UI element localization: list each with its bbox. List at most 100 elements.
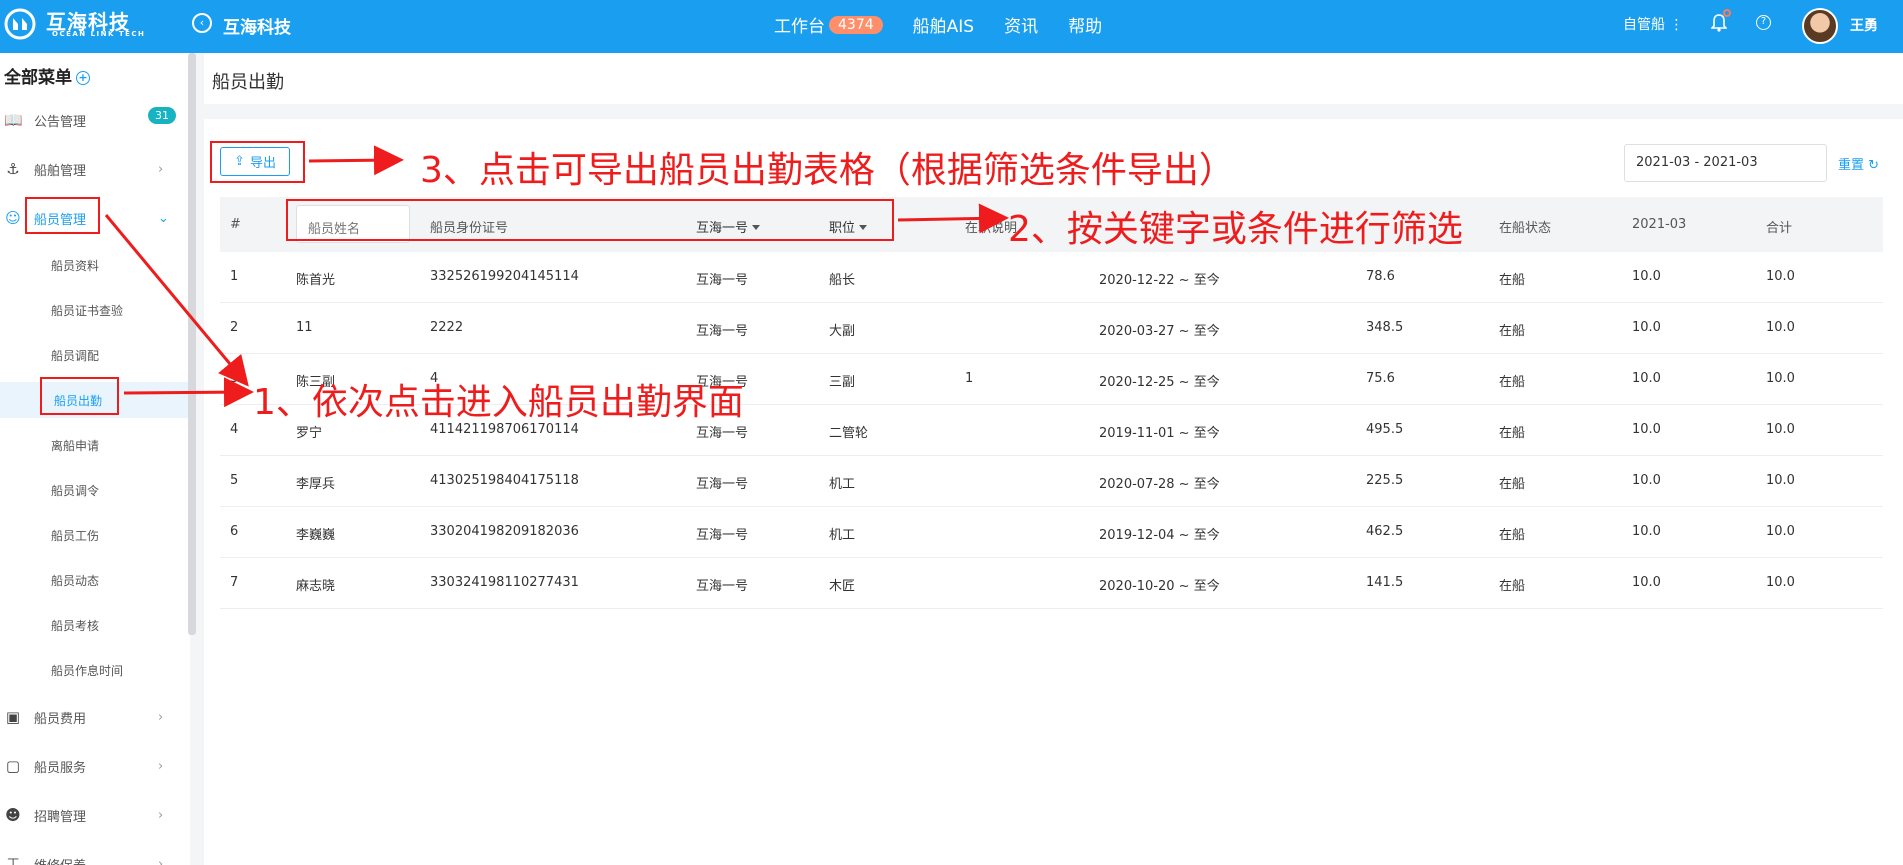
cell-ship: 互海一号	[696, 579, 749, 594]
submenu-leave-request[interactable]: 离船申请	[0, 427, 190, 463]
menu-header: 全部菜单 +	[4, 63, 90, 88]
cell-position: 大副	[829, 324, 856, 339]
reset-button[interactable]: 重置 ↻	[1838, 154, 1879, 173]
attendance-card: ⇪ 导出 2021-03 - 2021-03 重置 ↻ # 船员身份证号 互海一…	[204, 119, 1903, 865]
submenu-crew-assessment[interactable]: 船员考核	[0, 607, 190, 643]
user-avatar[interactable]	[1802, 8, 1838, 44]
submenu-crew-dynamics[interactable]: 船员动态	[0, 562, 190, 598]
caret-down-icon	[752, 225, 761, 230]
ocean-link-logo-icon	[4, 8, 36, 40]
table-row[interactable]: 4 罗宁 411421198706170114 互海一号 二管轮 2019-11-01 ~…	[220, 405, 1883, 456]
cell-sea-days: 462.5	[1366, 524, 1404, 539]
brand-subtitle: OCEAN LINK TECH	[52, 30, 146, 38]
cell-index: 5	[230, 473, 239, 488]
ship-type-switch[interactable]: 自管船 ⋮	[1623, 14, 1683, 34]
sidebar-item-crew-management[interactable]: ☺ 船员管理 ⌄	[0, 203, 190, 233]
submenu-crew-attendance[interactable]: 船员出勤	[0, 382, 190, 418]
cell-id-number: 413025198404175118	[430, 473, 579, 488]
table-row[interactable]: 2 11 2222 互海一号 大副 2020-03-27 ~ 至今 348.5 在船 10.0 1…	[220, 303, 1883, 354]
cell-index: 3	[230, 371, 239, 386]
sidebar-item-announcements[interactable]: 📖 公告管理 31	[0, 105, 190, 135]
cell-ship: 互海一号	[696, 528, 749, 543]
table-row[interactable]: 6 李巍巍 330204198209182036 互海一号 机工 2019-12-04 ~…	[220, 507, 1883, 558]
sidebar-item-ship-management[interactable]: ⚓ 船舶管理 ›	[0, 154, 190, 184]
submenu-label: 船员考核	[51, 618, 100, 633]
sidebar-item-recruitment[interactable]: ☻ 招聘管理 ›	[0, 800, 190, 830]
table-row[interactable]: 5 李厚兵 413025198404175118 互海一号 机工 2020-07-28 ~…	[220, 456, 1883, 507]
main-nav: 工作台 4374 船舶AIS 资讯 帮助	[774, 12, 1102, 37]
cell-index: 2	[230, 320, 239, 335]
ship-filter-dropdown[interactable]: 互海一号	[696, 217, 761, 236]
cell-status: 在船	[1499, 477, 1526, 492]
cell-name: 陈首光	[296, 273, 336, 288]
cell-service-period: 2020-12-22 ~ 至今	[1099, 273, 1220, 288]
table-row[interactable]: 3 陈三副 4 互海一号 三副 1 2020-12-25 ~ 至今 75.6 在船 10.0 10.…	[220, 354, 1883, 405]
chevron-right-icon: ›	[158, 161, 164, 177]
submenu-label: 船员调配	[51, 348, 100, 363]
export-button[interactable]: ⇪ 导出	[220, 147, 290, 176]
sidebar-item-label: 船员费用	[34, 711, 87, 727]
cell-service-period: 2020-07-28 ~ 至今	[1099, 477, 1220, 492]
sidebar-item-label: 船舶管理	[34, 163, 87, 179]
cell-sea-days: 78.6	[1366, 269, 1395, 284]
cell-ship: 互海一号	[696, 477, 749, 492]
page-header: 船员出勤	[204, 53, 1903, 104]
help-icon[interactable]: ?	[1756, 15, 1771, 30]
sidebar-item-crew-services[interactable]: ▢ 船员服务 ›	[0, 751, 190, 781]
submenu-crew-transfer[interactable]: 船员调令	[0, 472, 190, 508]
position-filter-label: 职位	[829, 221, 856, 236]
header-index: #	[230, 217, 241, 232]
submenu-label: 船员资料	[51, 258, 100, 273]
cell-month-value: 10.0	[1632, 422, 1661, 437]
cell-position: 三副	[829, 375, 856, 390]
submenu-certificate-check[interactable]: 船员证书查验	[0, 292, 190, 328]
sidebar-item-label: 招聘管理	[34, 809, 87, 825]
add-menu-icon[interactable]: +	[76, 71, 90, 85]
cell-month-value: 10.0	[1632, 371, 1661, 386]
reset-label: 重置	[1838, 158, 1865, 173]
cell-ship: 互海一号	[696, 426, 749, 441]
back-icon[interactable]: ‹	[192, 13, 212, 33]
attendance-table: # 船员身份证号 互海一号 职位 在职说明 在船状态 2021-03 合计 1 陈…	[220, 197, 1883, 609]
cell-sea-days: 225.5	[1366, 473, 1404, 488]
cell-id-number: 330204198209182036	[430, 524, 579, 539]
submenu-label: 船员动态	[51, 573, 100, 588]
cell-month-value: 10.0	[1632, 575, 1661, 590]
cell-month-value: 10.0	[1632, 320, 1661, 335]
cell-status: 在船	[1499, 375, 1526, 390]
submenu-work-rest-time[interactable]: 船员作息时间	[0, 652, 190, 688]
sidebar-item-maintenance[interactable]: ⊤ 维修保养 ›	[0, 849, 190, 865]
position-filter-dropdown[interactable]: 职位	[829, 217, 868, 236]
table-row[interactable]: 1 陈首光 332526199204145114 互海一号 船长 2020-12-22 ~…	[220, 252, 1883, 303]
user-name[interactable]: 王勇	[1850, 15, 1878, 35]
cell-id-number: 4	[430, 371, 439, 386]
table-row[interactable]: 7 麻志晓 330324198110277431 互海一号 木匠 2020-10-20 ~…	[220, 558, 1883, 609]
submenu-label: 船员工伤	[51, 528, 100, 543]
crew-name-search-input[interactable]	[296, 205, 410, 243]
sidebar-item-label: 维修保养	[34, 855, 86, 865]
cell-status: 在船	[1499, 579, 1526, 594]
date-range-picker[interactable]: 2021-03 - 2021-03	[1624, 144, 1827, 182]
submenu-work-injury[interactable]: 船员工伤	[0, 517, 190, 553]
nav-workbench[interactable]: 工作台 4374	[774, 12, 883, 37]
cell-total: 10.0	[1766, 524, 1795, 539]
submenu-crew-allocation[interactable]: 船员调配	[0, 337, 190, 373]
nav-ship-ais[interactable]: 船舶AIS	[913, 12, 974, 37]
cell-position: 木匠	[829, 579, 856, 594]
cell-sea-days: 348.5	[1366, 320, 1404, 335]
cell-ship: 互海一号	[696, 324, 749, 339]
header-id-number: 船员身份证号	[430, 221, 509, 236]
nav-news[interactable]: 资讯	[1004, 12, 1038, 37]
nav-help[interactable]: 帮助	[1068, 12, 1102, 37]
cell-month-value: 10.0	[1632, 473, 1661, 488]
submenu-crew-profile[interactable]: 船员资料	[0, 247, 190, 283]
cell-position: 机工	[829, 528, 856, 543]
cell-total: 10.0	[1766, 575, 1795, 590]
cell-service-period: 2020-10-20 ~ 至今	[1099, 579, 1220, 594]
cell-name: 麻志晓	[296, 579, 336, 594]
chevron-right-icon: ›	[158, 709, 164, 725]
company-title: 互海科技	[223, 18, 291, 38]
sidebar-item-crew-expenses[interactable]: ▣ 船员费用 ›	[0, 702, 190, 732]
sidebar-scrollbar[interactable]	[188, 53, 196, 635]
cell-position: 二管轮	[829, 426, 869, 441]
